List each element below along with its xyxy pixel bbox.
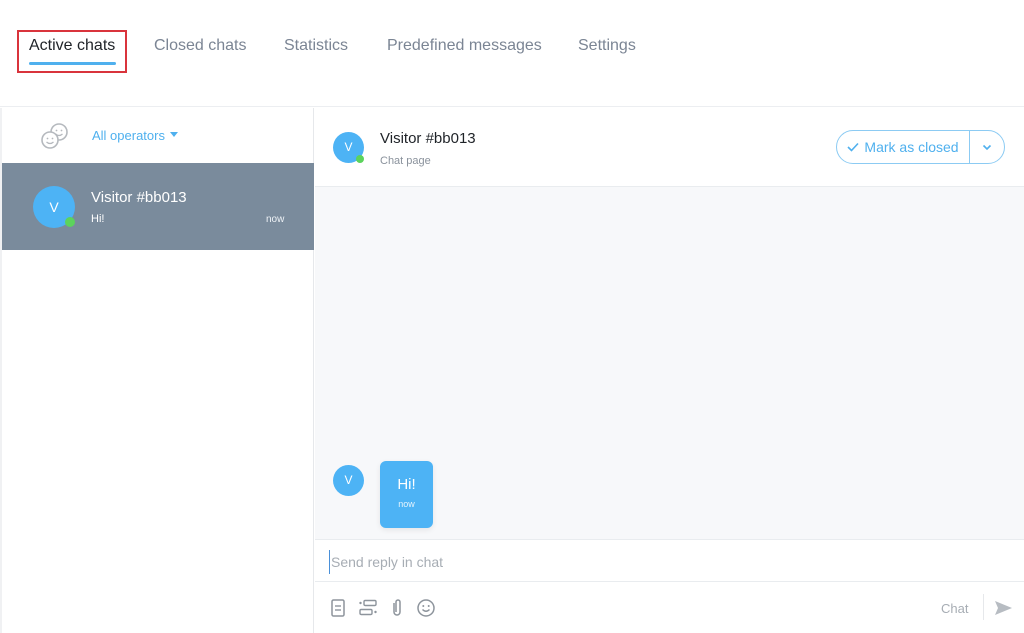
active-tab-underline bbox=[29, 62, 116, 65]
chat-visitor-name: Visitor #bb013 bbox=[91, 189, 187, 206]
conversation-header: V Visitor #bb013 Chat page Mark as close… bbox=[315, 108, 1024, 187]
message-area: V Hi! now bbox=[315, 187, 1024, 539]
tab-closed-chats[interactable]: Closed chats bbox=[154, 37, 247, 55]
operator-filter-row: All operators bbox=[2, 108, 314, 163]
operator-filter-label: All operators bbox=[92, 128, 165, 143]
chevron-down-icon bbox=[982, 144, 992, 150]
toolbar-divider bbox=[983, 594, 984, 620]
tab-statistics[interactable]: Statistics bbox=[284, 37, 348, 55]
message-bubble: Hi! now bbox=[380, 461, 433, 528]
chat-time: now bbox=[266, 214, 285, 225]
reply-toolbar: Chat bbox=[315, 582, 1024, 633]
chat-list-sidebar: All operators V Visitor #bb013 Hi! now bbox=[0, 108, 314, 633]
chat-mode-toggle[interactable]: Chat bbox=[941, 601, 968, 616]
mark-as-closed-label: Mark as closed bbox=[864, 139, 959, 155]
mark-as-closed-split-button: Mark as closed bbox=[836, 130, 1005, 164]
emoji-icon[interactable] bbox=[415, 597, 437, 619]
message-text: Hi! bbox=[397, 476, 416, 493]
tab-active-chats[interactable]: Active chats bbox=[29, 37, 115, 55]
avatar: V bbox=[333, 465, 364, 496]
chat-list-item[interactable]: V Visitor #bb013 Hi! now bbox=[2, 163, 314, 250]
operators-icon bbox=[41, 123, 68, 149]
predefined-list-icon[interactable] bbox=[357, 597, 379, 619]
document-icon[interactable] bbox=[327, 597, 349, 619]
app-root: Active chats Closed chats Statistics Pre… bbox=[0, 0, 1024, 633]
attachment-icon[interactable] bbox=[386, 597, 408, 619]
operator-filter-dropdown[interactable]: All operators bbox=[92, 128, 178, 143]
mark-as-closed-button[interactable]: Mark as closed bbox=[837, 131, 970, 163]
visitor-page: Chat page bbox=[380, 155, 431, 167]
reply-input[interactable] bbox=[329, 550, 1009, 574]
chat-preview: Hi! bbox=[91, 213, 105, 225]
online-status-dot bbox=[65, 217, 75, 227]
top-nav: Active chats Closed chats Statistics Pre… bbox=[0, 0, 1024, 107]
message-time: now bbox=[398, 499, 415, 509]
check-icon bbox=[847, 142, 860, 152]
online-status-dot bbox=[356, 155, 364, 163]
visitor-name: Visitor #bb013 bbox=[380, 130, 476, 147]
caret-down-icon bbox=[169, 132, 178, 138]
tab-settings[interactable]: Settings bbox=[578, 37, 636, 55]
conversation-panel: V Visitor #bb013 Chat page Mark as close… bbox=[315, 108, 1024, 633]
tab-predefined-messages[interactable]: Predefined messages bbox=[387, 37, 542, 55]
mark-closed-options-button[interactable] bbox=[970, 131, 1004, 163]
send-icon[interactable] bbox=[992, 597, 1014, 619]
reply-box bbox=[315, 539, 1024, 582]
